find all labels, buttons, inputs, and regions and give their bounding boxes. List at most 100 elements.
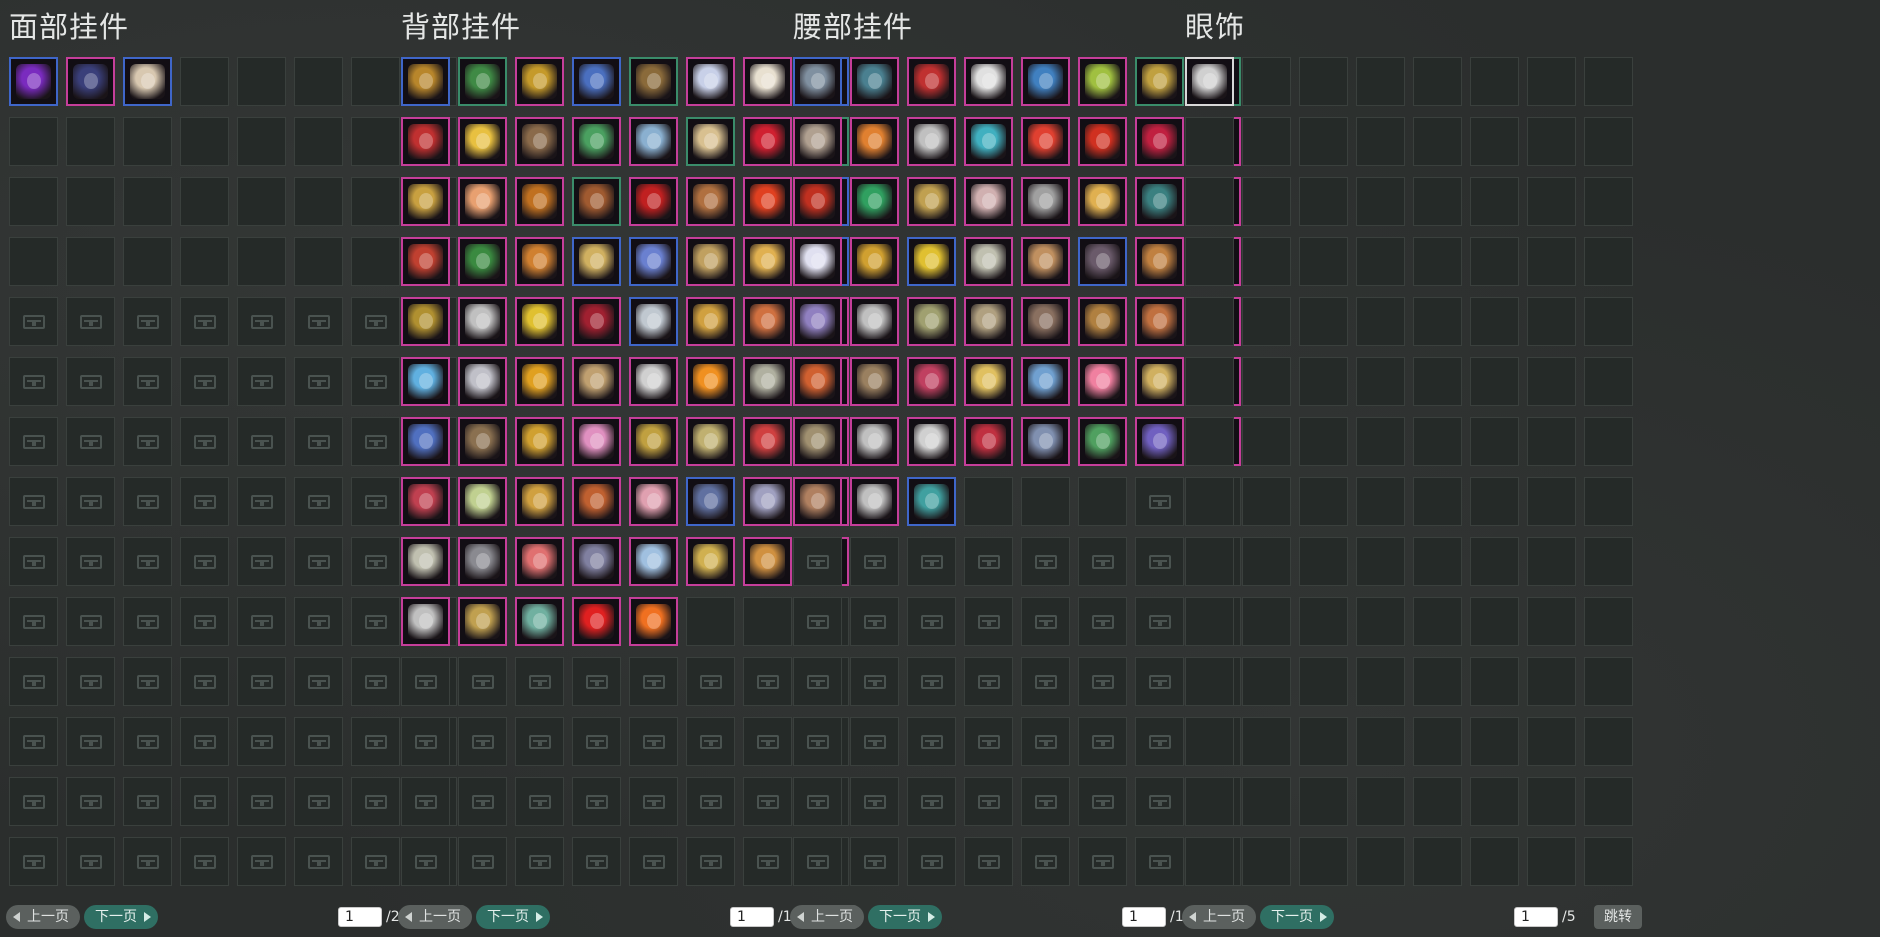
locked-slot[interactable] (1021, 597, 1070, 646)
empty-slot[interactable] (1356, 417, 1405, 466)
item-slot[interactable] (66, 57, 115, 106)
empty-slot[interactable] (1299, 417, 1348, 466)
locked-slot[interactable] (9, 417, 58, 466)
empty-slot[interactable] (1299, 597, 1348, 646)
locked-slot[interactable] (294, 597, 343, 646)
empty-slot[interactable] (1470, 477, 1519, 526)
locked-slot[interactable] (66, 537, 115, 586)
item-slot[interactable] (572, 177, 621, 226)
locked-slot[interactable] (1078, 717, 1127, 766)
item-slot[interactable] (515, 237, 564, 286)
empty-slot[interactable] (1021, 477, 1070, 526)
locked-slot[interactable] (907, 537, 956, 586)
item-slot[interactable] (515, 477, 564, 526)
empty-slot[interactable] (1185, 657, 1234, 706)
empty-slot[interactable] (1584, 837, 1633, 886)
locked-slot[interactable] (964, 537, 1013, 586)
item-slot[interactable] (964, 117, 1013, 166)
empty-slot[interactable] (1299, 837, 1348, 886)
item-slot[interactable] (907, 477, 956, 526)
locked-slot[interactable] (66, 417, 115, 466)
item-slot[interactable] (1021, 417, 1070, 466)
locked-slot[interactable] (294, 537, 343, 586)
empty-slot[interactable] (1242, 597, 1291, 646)
item-slot[interactable] (907, 357, 956, 406)
locked-slot[interactable] (458, 717, 507, 766)
item-slot[interactable] (572, 57, 621, 106)
page-number-input[interactable] (1122, 907, 1166, 927)
item-slot[interactable] (401, 57, 450, 106)
empty-slot[interactable] (1356, 597, 1405, 646)
item-slot[interactable] (572, 237, 621, 286)
item-slot[interactable] (907, 57, 956, 106)
empty-slot[interactable] (1185, 237, 1234, 286)
item-slot[interactable] (686, 177, 735, 226)
locked-slot[interactable] (907, 657, 956, 706)
item-slot[interactable] (907, 237, 956, 286)
empty-slot[interactable] (1527, 717, 1576, 766)
empty-slot[interactable] (1413, 657, 1462, 706)
item-slot[interactable] (401, 357, 450, 406)
empty-slot[interactable] (1470, 117, 1519, 166)
item-slot[interactable] (401, 597, 450, 646)
empty-slot[interactable] (1527, 237, 1576, 286)
locked-slot[interactable] (964, 777, 1013, 826)
item-slot[interactable] (401, 237, 450, 286)
empty-slot[interactable] (1527, 837, 1576, 886)
locked-slot[interactable] (9, 717, 58, 766)
item-slot[interactable] (515, 417, 564, 466)
empty-slot[interactable] (1470, 537, 1519, 586)
locked-slot[interactable] (1078, 837, 1127, 886)
empty-slot[interactable] (180, 117, 229, 166)
empty-slot[interactable] (1470, 777, 1519, 826)
locked-slot[interactable] (793, 717, 842, 766)
empty-slot[interactable] (1584, 537, 1633, 586)
empty-slot[interactable] (1185, 357, 1234, 406)
item-slot[interactable] (629, 177, 678, 226)
locked-slot[interactable] (458, 837, 507, 886)
empty-slot[interactable] (1299, 117, 1348, 166)
item-slot[interactable] (401, 297, 450, 346)
locked-slot[interactable] (964, 657, 1013, 706)
empty-slot[interactable] (1242, 57, 1291, 106)
empty-slot[interactable] (294, 57, 343, 106)
locked-slot[interactable] (515, 657, 564, 706)
locked-slot[interactable] (123, 357, 172, 406)
locked-slot[interactable] (1021, 837, 1070, 886)
item-slot[interactable] (686, 57, 735, 106)
empty-slot[interactable] (1242, 717, 1291, 766)
item-slot[interactable] (1021, 57, 1070, 106)
item-slot[interactable] (793, 297, 842, 346)
item-slot[interactable] (1078, 177, 1127, 226)
item-slot[interactable] (572, 117, 621, 166)
locked-slot[interactable] (572, 777, 621, 826)
locked-slot[interactable] (1021, 777, 1070, 826)
empty-slot[interactable] (237, 57, 286, 106)
empty-slot[interactable] (1413, 297, 1462, 346)
empty-slot[interactable] (1242, 237, 1291, 286)
empty-slot[interactable] (1356, 777, 1405, 826)
empty-slot[interactable] (1584, 57, 1633, 106)
item-slot[interactable] (686, 237, 735, 286)
empty-slot[interactable] (1299, 237, 1348, 286)
item-slot[interactable] (401, 417, 450, 466)
empty-slot[interactable] (1470, 417, 1519, 466)
locked-slot[interactable] (907, 597, 956, 646)
jump-button[interactable]: 跳转 (1594, 905, 1642, 929)
locked-slot[interactable] (964, 837, 1013, 886)
empty-slot[interactable] (237, 117, 286, 166)
locked-slot[interactable] (180, 357, 229, 406)
item-slot[interactable] (458, 117, 507, 166)
item-slot[interactable] (964, 357, 1013, 406)
locked-slot[interactable] (237, 777, 286, 826)
empty-slot[interactable] (1413, 237, 1462, 286)
locked-slot[interactable] (123, 297, 172, 346)
empty-slot[interactable] (1584, 117, 1633, 166)
empty-slot[interactable] (1299, 657, 1348, 706)
locked-slot[interactable] (9, 837, 58, 886)
item-slot[interactable] (458, 177, 507, 226)
locked-slot[interactable] (294, 297, 343, 346)
locked-slot[interactable] (66, 597, 115, 646)
item-slot[interactable] (515, 357, 564, 406)
locked-slot[interactable] (793, 837, 842, 886)
